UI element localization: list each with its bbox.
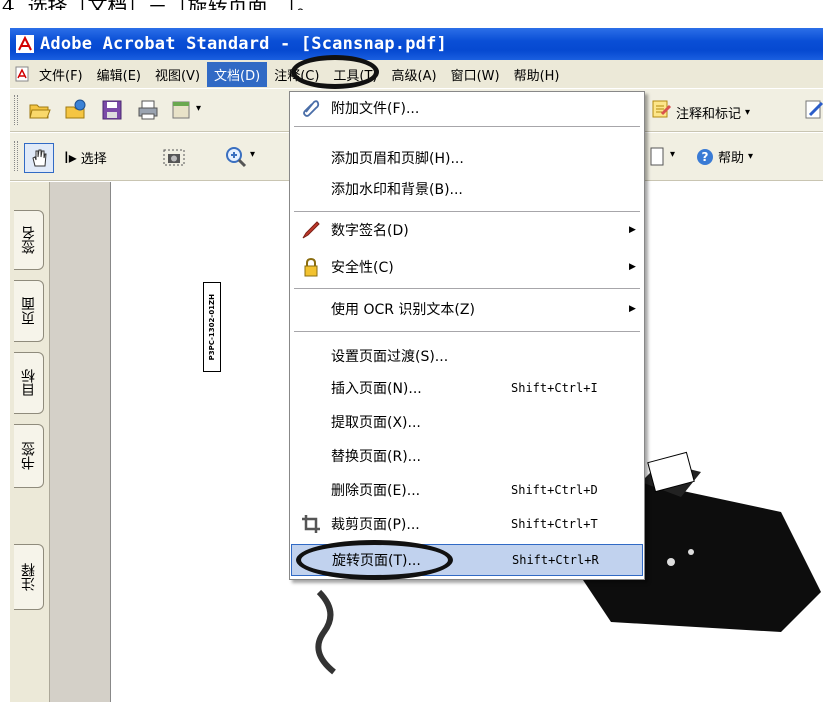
menu-item-watermark-background[interactable]: 添加水印和背景(B)... xyxy=(291,175,643,203)
comment-markup-label: 注释和标记 xyxy=(676,107,742,122)
hand-icon xyxy=(32,149,47,167)
menu-separator xyxy=(294,331,640,332)
menu-item-shortcut: Shift+Ctrl+T xyxy=(511,517,598,531)
sign-icon[interactable] xyxy=(802,98,823,122)
tab-signatures[interactable]: 签名 xyxy=(14,210,44,270)
menu-item-header-footer[interactable]: 添加页眉和页脚(H)... xyxy=(291,144,643,172)
menu-window[interactable]: 窗口(W) xyxy=(444,62,507,87)
crop-icon xyxy=(302,515,320,533)
open-folder-icon[interactable] xyxy=(28,98,52,122)
lock-icon xyxy=(304,257,318,277)
chevron-down-icon: ▾ xyxy=(745,107,751,118)
menu-help[interactable]: 帮助(H) xyxy=(507,62,567,87)
hand-tool-button[interactable] xyxy=(24,143,54,173)
menu-separator xyxy=(294,126,640,127)
save-icon[interactable] xyxy=(100,98,124,122)
menu-item-label: 附加文件(F)... xyxy=(331,101,420,117)
document-code-text: P3PC-1302-01ZH xyxy=(208,293,216,361)
menu-separator xyxy=(294,211,640,212)
highlight-circle-rotate-pages xyxy=(296,540,453,580)
menu-advanced[interactable]: 高级(A) xyxy=(385,62,444,87)
instruction-caption: 4. 选择［文档］－［旋转页面...］。 xyxy=(0,0,823,10)
menu-file[interactable]: 文件(F) xyxy=(32,62,90,87)
menu-item-label: 使用 OCR 识别文本(Z) xyxy=(331,302,475,318)
menu-item-label: 删除页面(E)... xyxy=(331,483,421,499)
tab-pages[interactable]: 页面 xyxy=(14,280,44,342)
cursor-select-icon: I▸ xyxy=(64,148,77,167)
tab-label: 注释 xyxy=(20,563,37,591)
toolbar-grip[interactable] xyxy=(14,95,18,125)
comment-markup-button[interactable]: 注释和标记 ▾ xyxy=(676,103,750,122)
create-pdf-icon[interactable] xyxy=(170,98,194,122)
menu-separator xyxy=(294,288,640,289)
chevron-down-icon[interactable]: ▾ xyxy=(250,149,255,160)
menu-item-label: 添加页眉和页脚(H)... xyxy=(331,151,464,167)
select-tool-button[interactable]: I▸ 选择 xyxy=(64,148,107,167)
navigation-panel: 签名 页面 目标 书签 注释 xyxy=(10,182,50,702)
menu-item-insert-pages[interactable]: 插入页面(N)... Shift+Ctrl+I xyxy=(291,374,643,402)
page-layout-icon[interactable] xyxy=(646,145,670,169)
window-title: Adobe Acrobat Standard - [Scansnap.pdf] xyxy=(40,34,447,54)
menu-item-label: 数字签名(D) xyxy=(331,223,409,239)
menu-item-shortcut: Shift+Ctrl+R xyxy=(512,553,599,567)
tab-bookmarks[interactable]: 书签 xyxy=(14,424,44,488)
title-bar: Adobe Acrobat Standard - [Scansnap.pdf] xyxy=(10,28,823,60)
acrobat-icon xyxy=(16,35,34,53)
tab-comments[interactable]: 注释 xyxy=(14,544,44,610)
highlight-circle-document-menu xyxy=(291,55,379,89)
menu-item-extract-pages[interactable]: 提取页面(X)... xyxy=(291,408,643,436)
help-icon: ? xyxy=(697,148,713,165)
menu-view[interactable]: 视图(V) xyxy=(148,62,207,87)
menu-item-label: 安全性(C) xyxy=(331,260,394,276)
tab-label: 签名 xyxy=(20,226,37,254)
submenu-arrow-icon: ▶ xyxy=(629,225,636,235)
help-label: 帮助 xyxy=(718,151,745,166)
menu-document[interactable]: 文档(D) xyxy=(207,61,268,87)
zoom-in-icon[interactable] xyxy=(224,145,248,169)
submenu-arrow-icon: ▶ xyxy=(629,262,636,272)
menu-item-crop-pages[interactable]: 裁剪页面(P)... Shift+Ctrl+T xyxy=(291,510,643,538)
document-menu-dropdown: 附加文件(F)... 添加页眉和页脚(H)... 添加水印和背景(B)... 数… xyxy=(289,91,645,580)
pen-icon xyxy=(302,221,320,239)
tab-label: 书签 xyxy=(20,442,37,470)
menu-item-delete-pages[interactable]: 删除页面(E)... Shift+Ctrl+D xyxy=(291,476,643,504)
tab-label: 页面 xyxy=(20,297,37,325)
document-code-label: P3PC-1302-01ZH xyxy=(203,282,221,372)
menu-bar: 文件(F) 编辑(E) 视图(V) 文档(D) 注释(C) 工具(T) 高级(A… xyxy=(10,60,823,88)
scansnap-logo-partial xyxy=(315,589,336,675)
menu-item-attach-file[interactable]: 附加文件(F)... xyxy=(291,94,643,122)
tab-label: 目标 xyxy=(20,369,37,397)
chevron-down-icon[interactable]: ▾ xyxy=(670,149,675,160)
help-button[interactable]: ? 帮助 ▾ xyxy=(696,147,753,166)
menu-item-label: 提取页面(X)... xyxy=(331,415,421,431)
paperclip-icon xyxy=(303,100,320,117)
panel-divider[interactable] xyxy=(50,182,110,702)
menu-item-shortcut: Shift+Ctrl+I xyxy=(511,381,598,395)
tab-destinations[interactable]: 目标 xyxy=(14,352,44,414)
svg-text:?: ? xyxy=(702,150,709,164)
menu-item-label: 插入页面(N)... xyxy=(331,381,422,397)
menu-item-shortcut: Shift+Ctrl+D xyxy=(511,483,598,497)
menu-item-replace-pages[interactable]: 替换页面(R)... xyxy=(291,442,643,470)
menu-edit[interactable]: 编辑(E) xyxy=(90,62,148,87)
pdf-doc-icon[interactable] xyxy=(14,66,30,82)
snapshot-icon[interactable] xyxy=(162,145,186,169)
menu-item-label: 裁剪页面(P)... xyxy=(331,517,420,533)
comment-markup-icon[interactable] xyxy=(650,98,674,122)
menu-item-security[interactable]: 安全性(C) ▶ xyxy=(291,253,643,281)
chevron-down-icon: ▾ xyxy=(748,151,754,162)
menu-item-digital-signature[interactable]: 数字签名(D) ▶ xyxy=(291,216,643,244)
menu-item-label: 添加水印和背景(B)... xyxy=(331,182,463,198)
organizer-icon[interactable] xyxy=(64,98,88,122)
menu-item-page-transitions[interactable]: 设置页面过渡(S)... xyxy=(291,342,643,370)
menu-item-label: 替换页面(R)... xyxy=(331,449,422,465)
menu-item-ocr[interactable]: 使用 OCR 识别文本(Z) ▶ xyxy=(291,295,643,323)
dropdown-arrow-icon[interactable]: ▾ xyxy=(196,103,201,114)
select-label: 选择 xyxy=(80,152,107,167)
submenu-arrow-icon: ▶ xyxy=(629,304,636,314)
toolbar-grip[interactable] xyxy=(14,141,18,171)
print-icon[interactable] xyxy=(136,98,160,122)
menu-item-label: 设置页面过渡(S)... xyxy=(331,349,449,365)
